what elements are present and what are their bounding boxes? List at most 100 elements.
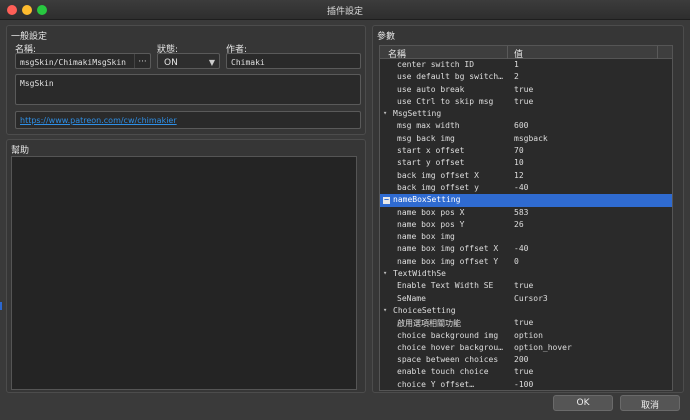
parameters-table: 名稱 值 center switch ID 1 use default bg swi… xyxy=(379,45,673,391)
author-field-value: Chimaki xyxy=(231,58,265,67)
parameter-value[interactable]: -40 xyxy=(514,183,528,192)
title-bar: 插件設定 xyxy=(0,0,690,20)
parameter-value[interactable]: true xyxy=(514,97,533,106)
parameter-row[interactable]: choice Y offset… -100 xyxy=(380,379,672,390)
parameter-row[interactable]: name box pos Y 26 xyxy=(380,219,672,231)
parameter-name: choice hover background… xyxy=(397,342,505,352)
parameter-value[interactable]: option_hover xyxy=(514,343,572,352)
parameter-rows: center switch ID 1 use default bg switch i… xyxy=(380,59,672,390)
collapse-toggle-icon[interactable]: − xyxy=(383,196,390,205)
parameter-value[interactable]: 10 xyxy=(514,158,524,167)
general-settings-group: 一般設定 名稱: msgSkin/ChimakiMsgSkin ··· 狀態: … xyxy=(6,25,366,135)
expand-toggle-icon[interactable]: ▾ xyxy=(383,109,387,117)
parameter-value[interactable]: 12 xyxy=(514,171,524,180)
parameter-row[interactable]: center switch ID 1 xyxy=(380,59,672,71)
parameter-value[interactable]: true xyxy=(514,318,533,327)
parameter-value[interactable]: option xyxy=(514,331,543,340)
url-link[interactable]: https://www.patreon.com/cw/chimakier xyxy=(20,116,177,125)
parameter-name: start y offset xyxy=(397,158,465,168)
parameter-value[interactable]: 600 xyxy=(514,121,528,130)
parameter-row[interactable]: start x offset 70 xyxy=(380,145,672,157)
parameter-value[interactable]: -40 xyxy=(514,244,528,253)
parameter-value[interactable]: 0 xyxy=(514,257,519,266)
parameter-row[interactable]: name box img offset Y 0 xyxy=(380,256,672,268)
parameter-row[interactable]: msg max width 600 xyxy=(380,120,672,132)
ok-button[interactable]: OK xyxy=(553,395,613,411)
parameter-name: choice Y offset… xyxy=(397,379,475,389)
parameter-value[interactable]: true xyxy=(514,281,533,290)
parameter-value[interactable]: msgback xyxy=(514,134,548,143)
cancel-button[interactable]: 取消 xyxy=(620,395,680,411)
help-title: 幫助 xyxy=(11,146,30,156)
parameter-name: space between choices xyxy=(397,355,499,365)
parameter-name: msg max width xyxy=(397,121,460,131)
description-value: MsgSkin xyxy=(20,79,54,88)
parameter-row[interactable]: choice background img option xyxy=(380,330,672,342)
parameter-value[interactable]: true xyxy=(514,85,533,94)
parameter-group-row[interactable]: ▾ MsgSetting xyxy=(380,108,672,120)
browse-plugin-button[interactable]: ··· xyxy=(134,54,150,68)
parameters-title: 參數 xyxy=(377,32,396,42)
parameter-name: SeName xyxy=(397,293,426,303)
parameter-row[interactable]: use auto break true xyxy=(380,84,672,96)
parameter-row[interactable]: name box pos X 583 xyxy=(380,207,672,219)
parameter-row[interactable]: use Ctrl to skip msg true xyxy=(380,96,672,108)
parameter-value[interactable]: 583 xyxy=(514,208,528,217)
parameter-row[interactable]: 啟用選項相關功能 true xyxy=(380,317,672,329)
parameter-row[interactable]: msg back img msgback xyxy=(380,133,672,145)
expand-toggle-icon[interactable]: ▾ xyxy=(383,306,387,314)
name-field-value: msgSkin/ChimakiMsgSkin xyxy=(20,58,126,67)
description-field[interactable]: MsgSkin xyxy=(15,74,361,105)
parameter-row[interactable]: name box img offset X -40 xyxy=(380,243,672,255)
parameter-value[interactable]: 200 xyxy=(514,355,528,364)
parameter-name: back img offset X xyxy=(397,170,479,180)
parameter-row[interactable]: SeName Cursor3 xyxy=(380,293,672,305)
parameter-name: name box pos X xyxy=(397,207,465,217)
window-title: 插件設定 xyxy=(326,7,363,17)
parameter-name: msg back img xyxy=(397,133,455,143)
parameter-name: name box img offset Y xyxy=(397,256,499,266)
parameter-name: 啟用選項相關功能 xyxy=(397,319,461,329)
parameter-name: back img offset y xyxy=(397,182,479,192)
parameter-name: start x offset xyxy=(397,146,465,156)
plugin-settings-dialog: 一般設定 名稱: msgSkin/ChimakiMsgSkin ··· 狀態: … xyxy=(0,20,690,420)
name-field[interactable]: msgSkin/ChimakiMsgSkin ··· xyxy=(15,53,151,69)
parameter-row[interactable]: space between choices 200 xyxy=(380,354,672,366)
parameter-row[interactable]: enable touch choice true xyxy=(380,366,672,378)
parameter-row[interactable]: choice hover background… option_hover xyxy=(380,342,672,354)
parameter-value[interactable]: 26 xyxy=(514,220,524,229)
parameter-group-row[interactable]: − nameBoxSetting xyxy=(380,194,672,207)
parameter-row[interactable]: back img offset X 12 xyxy=(380,170,672,182)
parameter-name: use Ctrl to skip msg xyxy=(397,96,494,106)
parameter-value[interactable]: 2 xyxy=(514,72,519,81)
status-select[interactable]: ON ▼ xyxy=(157,53,220,69)
parameter-value[interactable]: 1 xyxy=(514,60,519,69)
parameter-row[interactable]: start y offset 10 xyxy=(380,157,672,169)
parameter-name: Enable Text Width SE xyxy=(397,281,494,291)
parameter-name: ChoiceSetting xyxy=(393,305,456,315)
parameter-name: MsgSetting xyxy=(393,109,442,119)
table-header: 名稱 值 xyxy=(380,46,672,60)
parameter-row[interactable]: Enable Text Width SE true xyxy=(380,280,672,292)
chevron-down-icon: ▼ xyxy=(208,58,215,67)
side-indicator xyxy=(0,302,2,310)
parameter-name: nameBoxSetting xyxy=(393,195,461,205)
parameter-group-row[interactable]: ▾ ChoiceSetting xyxy=(380,305,672,317)
parameter-value[interactable]: -100 xyxy=(514,380,533,389)
parameter-name: name box pos Y xyxy=(397,219,465,229)
parameter-row[interactable]: use default bg switch id 2 xyxy=(380,71,672,83)
parameter-value[interactable]: true xyxy=(514,367,533,376)
expand-toggle-icon[interactable]: ▾ xyxy=(383,269,387,277)
parameter-row[interactable]: name box img xyxy=(380,231,672,243)
parameter-value[interactable]: 70 xyxy=(514,146,524,155)
parameter-group-row[interactable]: ▾ TextWidthSe xyxy=(380,268,672,280)
parameter-name: TextWidthSe xyxy=(393,269,446,279)
general-settings-title: 一般設定 xyxy=(11,32,48,42)
parameter-row[interactable]: back img offset y -40 xyxy=(380,182,672,194)
parameters-group: 參數 名稱 值 center switch ID 1 use default bg … xyxy=(372,25,684,393)
help-text-area[interactable] xyxy=(11,156,357,390)
parameter-value[interactable]: Cursor3 xyxy=(514,294,548,303)
author-field[interactable]: Chimaki xyxy=(226,53,361,69)
parameter-name: enable touch choice xyxy=(397,367,489,377)
parameter-name: name box img xyxy=(397,232,455,242)
